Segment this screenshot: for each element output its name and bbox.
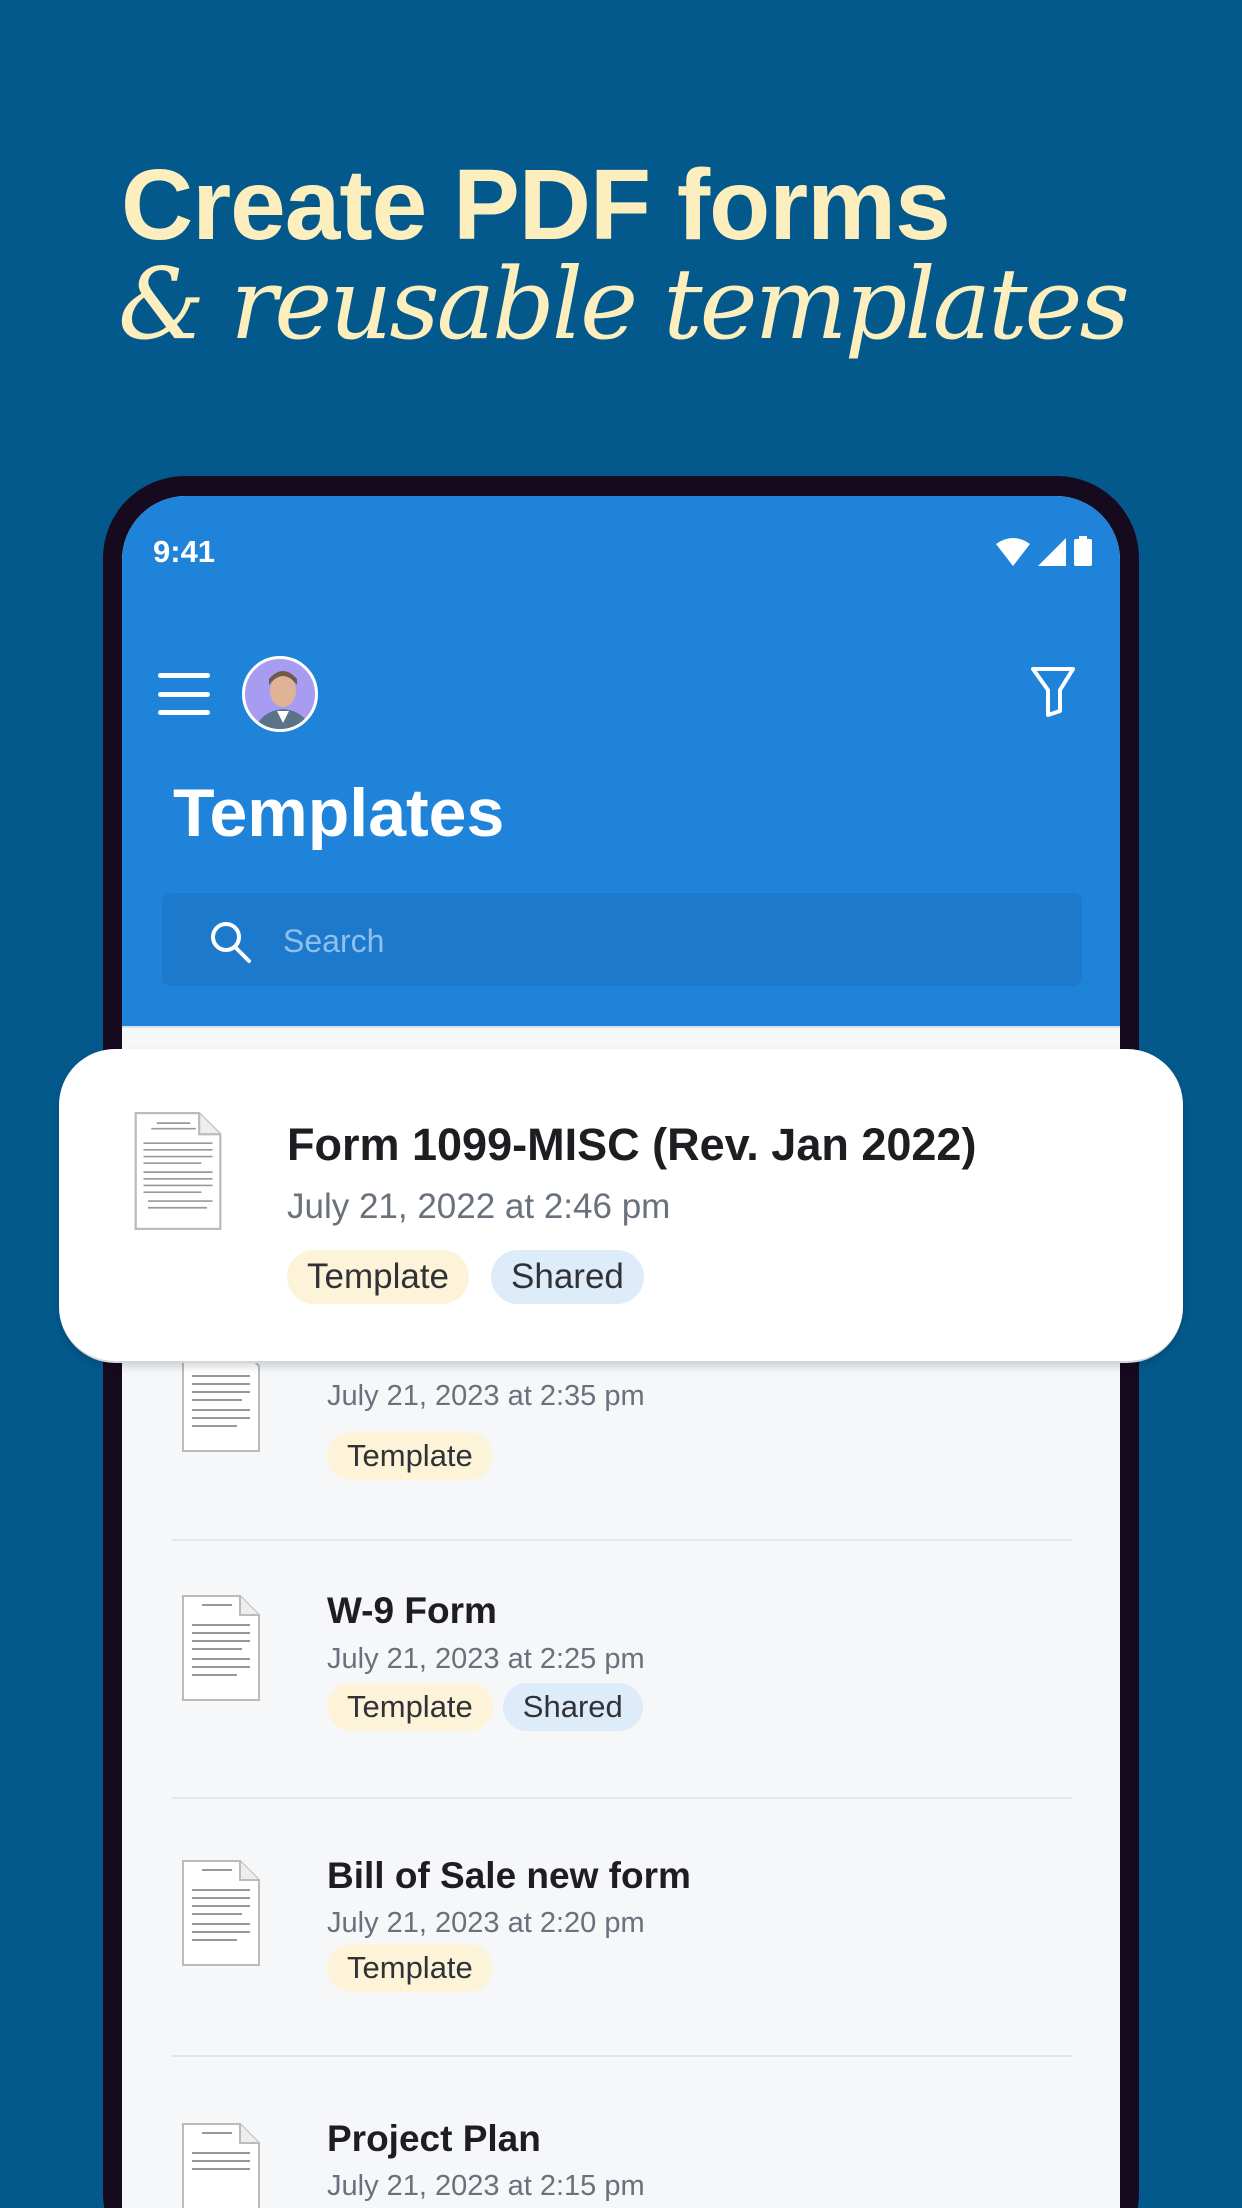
- tag-shared: Shared: [491, 1250, 644, 1304]
- wifi-icon: [996, 538, 1030, 566]
- divider: [172, 1797, 1072, 1799]
- item-date: July 21, 2023 at 2:20 pm: [327, 1907, 645, 1939]
- status-time: 9:41: [153, 534, 216, 569]
- item-date: July 21, 2023 at 2:15 pm: [327, 2170, 645, 2202]
- search-icon: [211, 922, 251, 963]
- tag-shared: Shared: [502, 1683, 643, 1731]
- search-placeholder: Search: [283, 923, 385, 959]
- item-date: July 21, 2023 at 2:35 pm: [327, 1380, 645, 1412]
- filter-icon[interactable]: [1030, 666, 1076, 718]
- search-input[interactable]: Search: [162, 893, 1082, 986]
- divider: [172, 2055, 1072, 2057]
- promo-subheadline: & reusable templates: [118, 248, 1130, 362]
- item-date: July 21, 2022 at 2:46 pm: [287, 1187, 671, 1226]
- status-icons: [996, 536, 1092, 566]
- document-thumbnail-icon: [134, 1112, 222, 1230]
- featured-template-card[interactable]: Form 1099-MISC (Rev. Jan 2022) July 21, …: [59, 1049, 1183, 1363]
- menu-icon[interactable]: [158, 673, 210, 715]
- item-title: Form 1099-MISC (Rev. Jan 2022): [287, 1119, 977, 1170]
- divider: [172, 1539, 1072, 1541]
- page-title: Templates: [173, 775, 505, 851]
- tag-template: Template: [287, 1250, 470, 1304]
- tag-template: Template: [327, 1683, 493, 1731]
- item-date: July 21, 2023 at 2:25 pm: [327, 1643, 645, 1675]
- document-thumbnail-icon: [182, 2123, 260, 2208]
- tag-template: Template: [327, 1432, 493, 1480]
- document-thumbnail-icon: [182, 1860, 260, 1966]
- item-title: Project Plan: [327, 2118, 541, 2159]
- item-title: W-9 Form: [327, 1590, 497, 1631]
- tag-template: Template: [327, 1944, 493, 1992]
- promo-headline: Create PDF forms: [121, 149, 951, 261]
- document-thumbnail-icon: [182, 1595, 260, 1701]
- item-title: Bill of Sale new form: [327, 1855, 691, 1896]
- signal-icon: [1038, 538, 1066, 566]
- battery-icon: [1074, 536, 1092, 566]
- avatar[interactable]: [242, 656, 318, 732]
- app-bar: 9:41 Templates Search: [122, 496, 1120, 1028]
